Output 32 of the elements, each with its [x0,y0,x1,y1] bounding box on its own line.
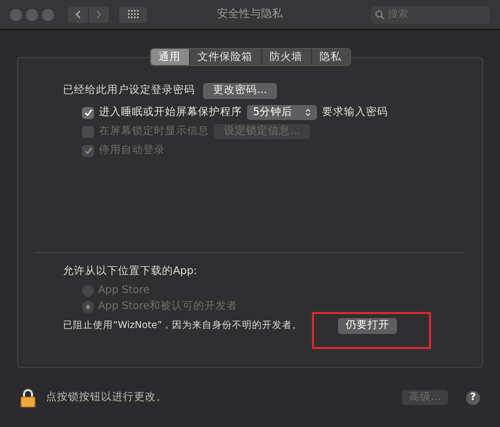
download-heading: 允许从以下位置下载的App: [63,264,198,279]
change-password-button[interactable]: 更改密码... [203,83,278,99]
close-button[interactable] [10,8,22,20]
option-label: 进入睡眠或开始屏幕保护程序 [99,104,242,120]
minimize-button[interactable] [26,8,38,20]
grid-button[interactable] [119,6,147,22]
search-icon [375,10,385,20]
option-label: 在屏幕锁定时显示信息 [99,124,209,139]
tab[interactable]: 防火墙 [260,49,310,65]
open-anyway-button[interactable]: 仍要打开 [338,318,398,334]
stepper-icon [305,108,311,117]
tab[interactable]: 隐私 [310,49,350,65]
radio-label: App Store和被认可的开发者 [98,298,238,314]
chevron-left-icon [75,10,81,19]
blocked-message: 已阻止使用“WizNote”，因为来自身份不明的开发者。 [63,318,302,333]
back-button[interactable] [68,6,88,22]
zoom-button[interactable] [42,8,54,20]
forward-button[interactable] [89,6,109,22]
window-title: 安全性与隐私 [217,6,283,22]
tab[interactable]: 通用 [150,49,188,65]
lock-hint: 点按锁按钮以进行更改。 [46,390,167,405]
password-label: 已经给此用户设定登录密码 [63,83,195,98]
lock-icon [20,388,36,408]
tab[interactable]: 文件保险箱 [188,49,260,65]
option-suffix: 要求输入密码 [322,104,388,120]
radio-label: App Store [98,282,150,298]
option-label: 停用自动登录 [99,142,165,158]
delay-select[interactable]: 5分钟后 [247,105,317,120]
grid-icon [128,10,138,19]
chevron-right-icon [96,10,102,19]
checkbox[interactable] [82,106,94,118]
help-button[interactable]: ? [466,390,480,404]
